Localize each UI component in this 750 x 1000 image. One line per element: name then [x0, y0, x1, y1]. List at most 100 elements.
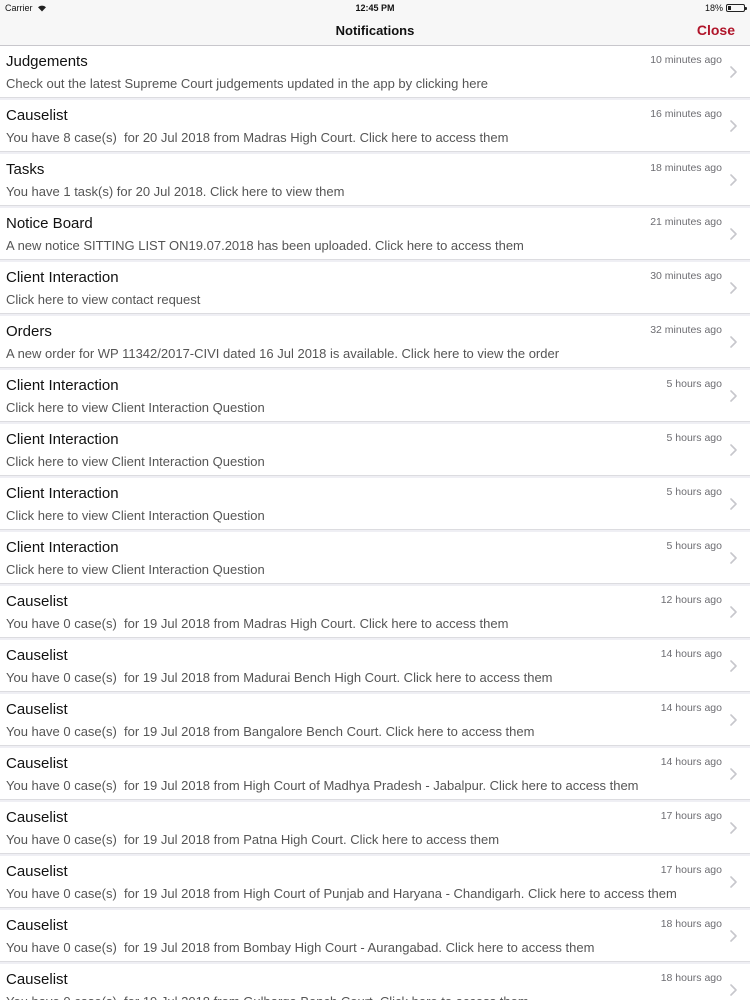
- notification-row[interactable]: Client Interaction Click here to view co…: [0, 262, 750, 314]
- notification-title: Client Interaction: [6, 269, 119, 286]
- notification-title: Causelist: [6, 917, 68, 934]
- notification-row[interactable]: Causelist You have 8 case(s) for 20 Jul …: [0, 100, 750, 152]
- notification-row[interactable]: Tasks You have 1 task(s) for 20 Jul 2018…: [0, 154, 750, 206]
- chevron-right-icon: [730, 930, 737, 942]
- notification-row[interactable]: Client Interaction Click here to view Cl…: [0, 424, 750, 476]
- notification-row[interactable]: Orders A new order for WP 11342/2017-CIV…: [0, 316, 750, 368]
- chevron-right-icon: [730, 444, 737, 456]
- notification-row[interactable]: Client Interaction Click here to view Cl…: [0, 532, 750, 584]
- chevron-right-icon: [730, 822, 737, 834]
- notification-title: Client Interaction: [6, 377, 119, 394]
- chevron-right-icon: [730, 498, 737, 510]
- notification-row[interactable]: Causelist You have 0 case(s) for 19 Jul …: [0, 856, 750, 908]
- chevron-right-icon: [730, 552, 737, 564]
- notification-time: 5 hours ago: [666, 486, 722, 498]
- notification-title: Causelist: [6, 647, 68, 664]
- chevron-right-icon: [730, 984, 737, 996]
- chevron-right-icon: [730, 336, 737, 348]
- page-title: Notifications: [335, 23, 415, 38]
- notification-text: You have 0 case(s) for 19 Jul 2018 from …: [6, 832, 500, 847]
- notification-title: Client Interaction: [6, 485, 119, 502]
- chevron-right-icon: [730, 66, 737, 78]
- notification-row[interactable]: Notice Board A new notice SITTING LIST O…: [0, 208, 750, 260]
- notification-title: Causelist: [6, 863, 68, 880]
- notification-row[interactable]: Causelist You have 0 case(s) for 19 Jul …: [0, 640, 750, 692]
- notification-title: Client Interaction: [6, 539, 119, 556]
- notification-text: Click here to view contact request: [6, 292, 201, 307]
- notification-time: 14 hours ago: [660, 648, 722, 660]
- notification-text: You have 0 case(s) for 19 Jul 2018 from …: [6, 778, 639, 793]
- notification-text: You have 8 case(s) for 20 Jul 2018 from …: [6, 130, 509, 145]
- notification-title: Notice Board: [6, 215, 93, 232]
- notification-title: Judgements: [6, 53, 88, 70]
- notification-time: 14 hours ago: [660, 702, 722, 714]
- notification-title: Causelist: [6, 971, 68, 988]
- notification-title: Causelist: [6, 107, 68, 124]
- notification-text: You have 0 case(s) for 19 Jul 2018 from …: [6, 994, 529, 1000]
- notification-title: Causelist: [6, 809, 68, 826]
- notification-row[interactable]: Causelist You have 0 case(s) for 19 Jul …: [0, 802, 750, 854]
- notification-title: Client Interaction: [6, 431, 119, 448]
- notification-title: Causelist: [6, 755, 68, 772]
- notification-time: 12 hours ago: [660, 594, 722, 606]
- notification-time: 14 hours ago: [660, 756, 722, 768]
- notification-text: Click here to view Client Interaction Qu…: [6, 562, 265, 577]
- chevron-right-icon: [730, 714, 737, 726]
- notification-time: 5 hours ago: [666, 540, 722, 552]
- status-time: 12:45 PM: [355, 3, 395, 13]
- status-battery: 18%: [704, 3, 747, 13]
- chevron-right-icon: [730, 660, 737, 672]
- status-bar: Carrier 12:45 PM 18%: [0, 0, 750, 16]
- notification-row[interactable]: Judgements Check out the latest Supreme …: [0, 46, 750, 98]
- notification-text: You have 1 task(s) for 20 Jul 2018. Clic…: [6, 184, 345, 199]
- notification-text: You have 0 case(s) for 19 Jul 2018 from …: [6, 940, 595, 955]
- notification-row[interactable]: Client Interaction Click here to view Cl…: [0, 478, 750, 530]
- notification-time: 10 minutes ago: [650, 54, 722, 66]
- notification-text: A new order for WP 11342/2017-CIVI dated…: [6, 346, 560, 361]
- notification-time: 16 minutes ago: [650, 108, 722, 120]
- chevron-right-icon: [730, 606, 737, 618]
- notification-time: 21 minutes ago: [650, 216, 722, 228]
- notification-title: Causelist: [6, 701, 68, 718]
- notification-list: Judgements Check out the latest Supreme …: [0, 46, 750, 1000]
- nav-bar: Notifications Close: [0, 16, 750, 46]
- notification-text: Click here to view Client Interaction Qu…: [6, 508, 265, 523]
- chevron-right-icon: [730, 120, 737, 132]
- notification-time: 18 hours ago: [660, 972, 722, 984]
- app-screen: Carrier 12:45 PM 18% Notifications Close…: [0, 0, 750, 1000]
- notification-text: Click here to view Client Interaction Qu…: [6, 400, 265, 415]
- chevron-right-icon: [730, 282, 737, 294]
- battery-percent: 18%: [704, 3, 723, 13]
- notification-text: Check out the latest Supreme Court judge…: [6, 76, 489, 91]
- notification-time: 18 hours ago: [660, 918, 722, 930]
- notification-text: You have 0 case(s) for 19 Jul 2018 from …: [6, 670, 553, 685]
- notification-title: Causelist: [6, 593, 68, 610]
- notification-time: 5 hours ago: [666, 378, 722, 390]
- notification-text: You have 0 case(s) for 19 Jul 2018 from …: [6, 886, 677, 901]
- notification-row[interactable]: Client Interaction Click here to view Cl…: [0, 370, 750, 422]
- notification-time: 32 minutes ago: [650, 324, 722, 336]
- notification-row[interactable]: Causelist You have 0 case(s) for 19 Jul …: [0, 586, 750, 638]
- close-button[interactable]: Close: [697, 22, 735, 38]
- chevron-right-icon: [730, 228, 737, 240]
- notification-row[interactable]: Causelist You have 0 case(s) for 19 Jul …: [0, 748, 750, 800]
- notification-time: 18 minutes ago: [650, 162, 722, 174]
- notification-row[interactable]: Causelist You have 0 case(s) for 19 Jul …: [0, 910, 750, 962]
- notification-time: 17 hours ago: [660, 810, 722, 822]
- notification-text: You have 0 case(s) for 19 Jul 2018 from …: [6, 616, 509, 631]
- chevron-right-icon: [730, 768, 737, 780]
- notification-time: 30 minutes ago: [650, 270, 722, 282]
- notification-text: A new notice SITTING LIST ON19.07.2018 h…: [6, 238, 524, 253]
- chevron-right-icon: [730, 876, 737, 888]
- notification-row[interactable]: Causelist You have 0 case(s) for 19 Jul …: [0, 694, 750, 746]
- battery-fill: [728, 6, 731, 10]
- notification-title: Orders: [6, 323, 52, 340]
- notification-row[interactable]: Causelist You have 0 case(s) for 19 Jul …: [0, 964, 750, 1000]
- notification-text: You have 0 case(s) for 19 Jul 2018 from …: [6, 724, 535, 739]
- chevron-right-icon: [730, 390, 737, 402]
- notification-time: 5 hours ago: [666, 432, 722, 444]
- notification-time: 17 hours ago: [660, 864, 722, 876]
- notification-title: Tasks: [6, 161, 45, 178]
- chevron-right-icon: [730, 174, 737, 186]
- battery-icon: [726, 4, 747, 12]
